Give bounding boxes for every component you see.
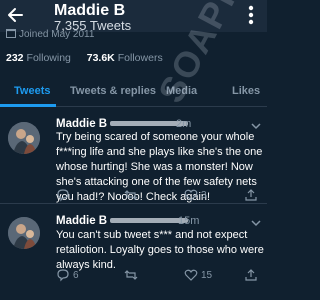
- share-button[interactable]: [244, 188, 261, 202]
- chevron-down-icon[interactable]: [251, 218, 261, 228]
- more-options-icon[interactable]: [243, 4, 259, 26]
- author-name: Maddie B: [56, 118, 108, 130]
- retweet-button[interactable]: [124, 188, 141, 202]
- followers-label: Followers: [117, 52, 163, 64]
- like-count: 3: [201, 189, 207, 201]
- following-link[interactable]: 232 Following: [6, 52, 71, 64]
- reply-icon: [57, 189, 69, 202]
- retweet-button[interactable]: [124, 268, 141, 282]
- avatar[interactable]: [8, 122, 40, 154]
- avatar[interactable]: [8, 217, 40, 249]
- retweet-icon: [124, 190, 138, 200]
- tab-tweets[interactable]: Tweets: [14, 85, 50, 97]
- avatar-photo: [8, 122, 40, 154]
- following-count: 232: [6, 52, 24, 64]
- tweet-text: You can't sub tweet s*** and not expect …: [56, 229, 264, 271]
- tweet-time: 2m: [176, 118, 192, 130]
- tweet-card[interactable]: Maddie B 2m Try being scared of someone …: [0, 108, 267, 204]
- tweet-author[interactable]: Maddie B: [56, 215, 189, 227]
- retweet-icon: [124, 270, 138, 280]
- like-button[interactable]: 15: [184, 268, 212, 282]
- like-count: 15: [201, 269, 213, 281]
- joined-date: Joined May 2011: [6, 29, 94, 40]
- tab-tweets-and-replies[interactable]: Tweets & replies: [70, 85, 156, 97]
- reply-icon: [57, 269, 69, 282]
- reply-button[interactable]: [56, 188, 73, 202]
- calendar-icon: [6, 29, 16, 38]
- reply-button[interactable]: 6: [56, 268, 79, 282]
- heart-icon: [184, 269, 198, 281]
- tweet-time: 15m: [178, 215, 200, 227]
- back-arrow-icon[interactable]: [6, 5, 26, 25]
- follow-stats: 232 Following 73.6K Followers: [6, 52, 163, 64]
- joined-label: Joined May 2011: [19, 29, 95, 40]
- tweet-actions: 6 15: [56, 268, 264, 284]
- share-button[interactable]: [244, 268, 261, 282]
- tweet-actions: 3: [56, 188, 264, 204]
- like-button[interactable]: 3: [184, 188, 207, 202]
- heart-icon: [184, 189, 198, 201]
- following-label: Following: [26, 52, 71, 64]
- tweet-card[interactable]: Maddie B 15m You can't sub tweet s*** an…: [0, 205, 267, 300]
- followers-count: 73.6K: [86, 52, 115, 64]
- reply-count: 6: [73, 269, 79, 281]
- tweet-author[interactable]: Maddie B: [56, 118, 189, 130]
- author-name: Maddie B: [56, 215, 108, 227]
- share-icon: [245, 269, 257, 281]
- active-tab-indicator: [0, 104, 56, 107]
- followers-link[interactable]: 73.6K Followers: [87, 52, 163, 64]
- avatar-photo: [8, 217, 40, 249]
- tab-likes[interactable]: Likes: [232, 85, 260, 97]
- redacted-handle: [110, 218, 189, 224]
- share-icon: [245, 189, 257, 201]
- profile-tabs: Tweets Tweets & replies Media Likes: [0, 77, 267, 107]
